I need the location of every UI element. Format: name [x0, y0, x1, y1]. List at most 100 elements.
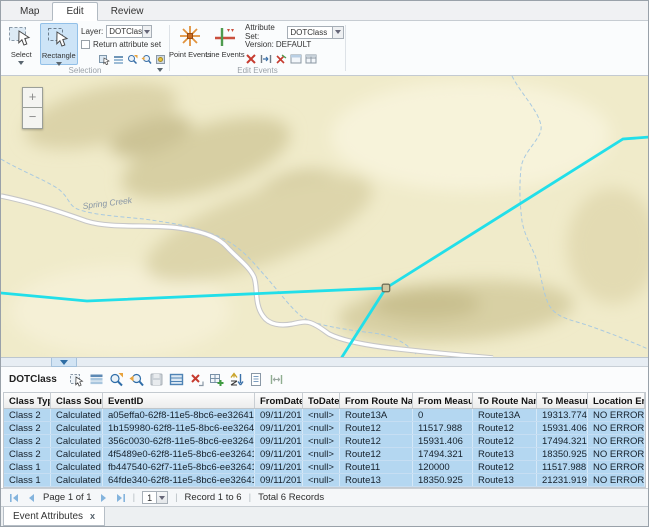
- select-tool-icon[interactable]: [69, 372, 84, 387]
- column-header[interactable]: From Measure: [413, 393, 473, 408]
- pan-to-selection-icon[interactable]: [141, 54, 152, 65]
- chevron-down-icon: [60, 360, 68, 365]
- table-cell: a05effa0-62f8-11e5-8bc6-ee32641d5ec9: [103, 409, 255, 421]
- table-cell: Calculated: [51, 422, 103, 434]
- table-row[interactable]: Class 2Calculated1b159980-62f8-11e5-8bc6…: [4, 422, 645, 435]
- table-row[interactable]: Class 1Calculated64fde340-62f8-11e5-8bc6…: [4, 474, 645, 487]
- table-cell: 18350.925: [413, 474, 473, 486]
- switch-selection-icon[interactable]: [169, 372, 184, 387]
- panel-splitter[interactable]: [1, 357, 648, 367]
- table-cell: Route12: [473, 422, 537, 434]
- layer-value: DOTClass: [107, 27, 142, 36]
- zoom-to-selected-icon[interactable]: [109, 372, 124, 387]
- select-map-icon: [8, 25, 34, 49]
- table-row[interactable]: Class 2Calculated4f5489e0-62f8-11e5-8bc6…: [4, 448, 645, 461]
- split-event-icon[interactable]: [260, 53, 272, 65]
- table-cell: Route12: [340, 422, 413, 434]
- column-header[interactable]: EventID: [103, 393, 255, 408]
- table-cell: Class 2: [4, 435, 51, 447]
- table-cell: NO ERROR: [588, 448, 645, 460]
- map-canvas[interactable]: Spring Creek + −: [1, 76, 648, 357]
- table-cell: Route12: [473, 435, 537, 447]
- table-cell: Route12: [473, 461, 537, 473]
- version-value: DEFAULT: [276, 40, 311, 49]
- table-row[interactable]: Class 1Calculatedfb447540-62f7-11e5-8bc6…: [4, 461, 645, 474]
- selected-rows-icon[interactable]: [113, 54, 124, 65]
- route-junction-marker[interactable]: [382, 284, 390, 292]
- zoom-out-button[interactable]: −: [22, 108, 43, 129]
- zoom-in-button[interactable]: +: [22, 87, 43, 108]
- column-header[interactable]: Location Error: [588, 393, 645, 408]
- page-number-combobox[interactable]: 1: [142, 491, 168, 504]
- column-header[interactable]: Class Source: [51, 393, 103, 408]
- clear-selection-icon[interactable]: [189, 372, 204, 387]
- event-panel-icon[interactable]: [290, 53, 302, 65]
- tab-edit[interactable]: Edit: [52, 2, 97, 21]
- layer-combobox[interactable]: DOTClass: [106, 25, 152, 38]
- rectangle-tool-button[interactable]: Rectangle: [40, 23, 79, 65]
- table-row[interactable]: Class 2Calculated356c0030-62f8-11e5-8bc6…: [4, 435, 645, 448]
- previous-page-button[interactable]: [26, 493, 36, 503]
- selection-mini-toolbar: [99, 54, 166, 65]
- column-header[interactable]: To Measure: [537, 393, 588, 408]
- attribute-set-combobox[interactable]: DOTClass: [287, 26, 343, 39]
- table-cell: 15931.406: [537, 422, 588, 434]
- column-header[interactable]: FromDate: [255, 393, 303, 408]
- select-dropdown-caret[interactable]: [18, 61, 24, 65]
- table-cell: 21231.919: [537, 474, 588, 486]
- reassign-event-icon[interactable]: [275, 53, 287, 65]
- panel-toolbar-icons: [69, 372, 284, 387]
- collapse-panel-button[interactable]: [51, 358, 77, 367]
- interactive-select-icon[interactable]: [99, 54, 110, 65]
- show-selection-icon[interactable]: [89, 372, 104, 387]
- table-row[interactable]: Class 2Calculateda05effa0-62f8-11e5-8bc6…: [4, 409, 645, 422]
- point-events-icon: [179, 25, 201, 49]
- attribute-table-header: Class TypeClass SourceEventIDFromDateToD…: [4, 393, 645, 409]
- select-tool-button[interactable]: Select: [3, 23, 40, 65]
- table-cell: Calculated: [51, 448, 103, 460]
- column-header[interactable]: ToDate: [303, 393, 340, 408]
- table-cell: 11517.988: [413, 422, 473, 434]
- line-events-button[interactable]: Line Events: [208, 23, 242, 65]
- tab-review[interactable]: Review: [98, 3, 157, 20]
- table-cell: Calculated: [51, 474, 103, 486]
- close-icon[interactable]: x: [90, 511, 95, 521]
- event-table-icon[interactable]: [305, 53, 317, 65]
- measure-icon[interactable]: [269, 372, 284, 387]
- zoom-to-selection-icon[interactable]: [127, 54, 138, 65]
- add-record-icon[interactable]: [209, 372, 224, 387]
- column-header[interactable]: To Route Name: [473, 393, 537, 408]
- rectangle-tool-label: Rectangle: [42, 51, 76, 60]
- select-tool-label: Select: [11, 50, 32, 59]
- edit-events-mini-toolbar: [245, 53, 344, 65]
- pan-to-selected-icon[interactable]: [129, 372, 144, 387]
- point-events-button[interactable]: Point Events: [172, 23, 208, 65]
- layer-dropdown-button[interactable]: [142, 26, 151, 37]
- save-icon[interactable]: [149, 372, 164, 387]
- sort-records-icon[interactable]: [229, 372, 244, 387]
- last-page-button[interactable]: [116, 493, 126, 503]
- tab-map[interactable]: Map: [7, 3, 52, 20]
- selection-options-icon[interactable]: [155, 54, 166, 65]
- first-page-button[interactable]: [9, 493, 19, 503]
- column-header[interactable]: From Route Name: [340, 393, 413, 408]
- page-number-dropdown-button[interactable]: [156, 492, 167, 503]
- table-cell: Route12: [340, 435, 413, 447]
- page-label: Page 1 of 1: [43, 492, 92, 503]
- rectangle-select-icon: [46, 26, 72, 50]
- total-records-label: Total 6 Records: [258, 492, 324, 503]
- table-cell: Calculated: [51, 461, 103, 473]
- delete-event-icon[interactable]: [245, 53, 257, 65]
- column-header[interactable]: Class Type: [4, 393, 51, 408]
- edit-events-group: Point Events Line Events Attribute Set:: [170, 21, 345, 75]
- table-cell: 11517.988: [537, 461, 588, 473]
- attribute-set-dropdown-button[interactable]: [332, 27, 343, 38]
- next-page-button[interactable]: [99, 493, 109, 503]
- table-cell: 19313.774: [537, 409, 588, 421]
- table-cell: Route13: [340, 474, 413, 486]
- table-cell: Class 1: [4, 461, 51, 473]
- show-form-icon[interactable]: [249, 372, 264, 387]
- return-attribute-set-checkbox[interactable]: [81, 40, 90, 49]
- event-attributes-tab[interactable]: Event Attributes x: [3, 507, 105, 526]
- table-cell: Route11: [340, 461, 413, 473]
